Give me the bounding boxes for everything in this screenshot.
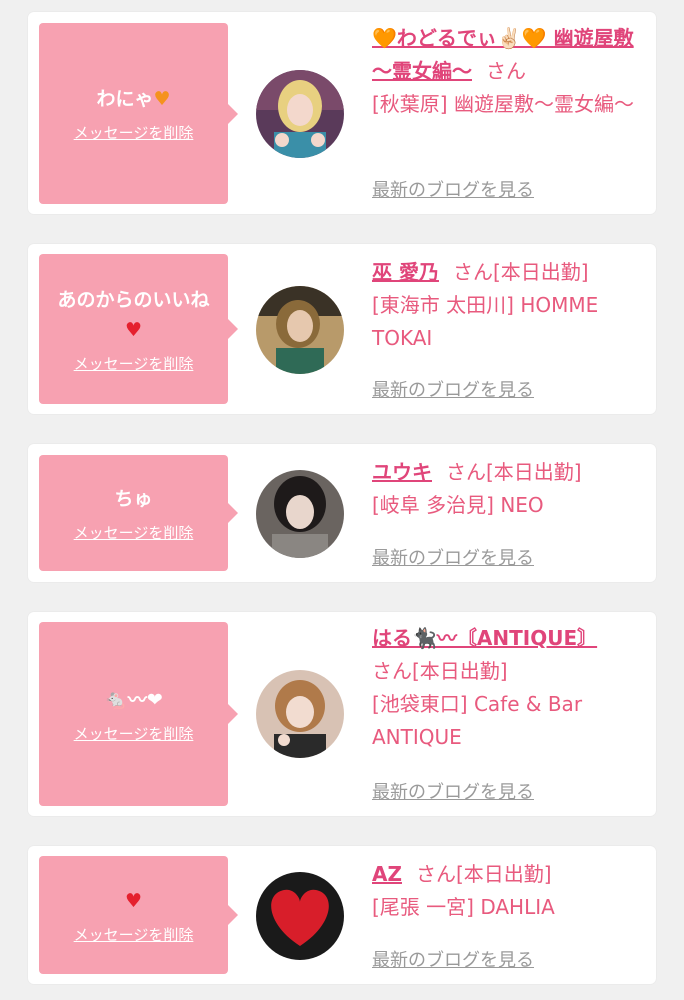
- list-item: 🐁〰❤ メッセージを削除 はる🐈‍⬛〰〘ANTIQUE〙 さん[本日出勤] [池袋…: [28, 612, 656, 816]
- message-text: 🐁〰❤: [96, 685, 171, 715]
- shop-info: [岐阜 多治見] NEO: [372, 493, 544, 517]
- list-item: わにゃ♥ メッセージを削除 🧡わどるでぃ✌🏻🧡 幽遊屋敷 〜霊女編〜 さん [秋葉…: [28, 12, 656, 214]
- delete-message-link[interactable]: メッセージを削除: [74, 122, 194, 143]
- message-bubble: ちゅ メッセージを削除: [39, 455, 238, 571]
- shop-info: [東海市 太田川] HOMME TOKAI: [372, 293, 599, 350]
- shop-info: [秋葉原] 幽遊屋敷〜霊女編〜: [372, 92, 634, 116]
- avatar[interactable]: [256, 286, 344, 374]
- status-badge: [本日出勤]: [455, 862, 552, 886]
- cast-name-link[interactable]: AZ: [372, 862, 402, 886]
- delete-message-link[interactable]: メッセージを削除: [74, 723, 194, 744]
- delete-message-link[interactable]: メッセージを削除: [74, 353, 194, 374]
- message-bubble: わにゃ♥ メッセージを削除: [39, 23, 238, 204]
- delete-message-link[interactable]: メッセージを削除: [74, 522, 194, 543]
- cast-info: はる🐈‍⬛〰〘ANTIQUE〙 さん[本日出勤] [池袋東口] Cafe & Ba…: [372, 622, 652, 754]
- status-badge: [本日出勤]: [486, 460, 582, 484]
- list-item: ♥ メッセージを削除 AZ さん[本日出勤] [尾張 一宮] DAHLIA 最新の…: [28, 846, 656, 984]
- avatar[interactable]: [256, 70, 344, 158]
- message-text: わにゃ♥: [88, 84, 178, 114]
- honorific: さん: [372, 659, 412, 683]
- delete-message-link[interactable]: メッセージを削除: [74, 924, 194, 945]
- message-bubble: 🐁〰❤ メッセージを削除: [39, 622, 238, 806]
- cast-info: ユウキ さん[本日出勤] [岐阜 多治見] NEO: [372, 456, 652, 522]
- latest-blog-link[interactable]: 最新のブログを見る: [372, 544, 534, 570]
- message-list: わにゃ♥ メッセージを削除 🧡わどるでぃ✌🏻🧡 幽遊屋敷 〜霊女編〜 さん [秋葉…: [0, 0, 684, 1000]
- message-bubble: ♥ メッセージを削除: [39, 856, 238, 974]
- red-heart-icon: ♥: [124, 889, 143, 912]
- shop-info: [池袋東口] Cafe & Bar ANTIQUE: [372, 692, 583, 749]
- honorific: さん: [452, 260, 493, 284]
- list-item: ちゅ メッセージを削除 ユウキ さん[本日出勤] [岐阜 多治見] NEO 最新の…: [28, 444, 656, 582]
- cast-name-link[interactable]: 巫 愛乃: [372, 260, 439, 284]
- latest-blog-link[interactable]: 最新のブログを見る: [372, 176, 534, 202]
- cast-name-link[interactable]: ユウキ: [372, 460, 432, 484]
- latest-blog-link[interactable]: 最新のブログを見る: [372, 778, 534, 804]
- honorific: さん: [486, 59, 526, 83]
- status-badge: [本日出勤]: [412, 659, 508, 683]
- message-text: ♥: [117, 886, 150, 916]
- message-label: 🐁〰❤: [104, 688, 163, 711]
- message-text: ちゅ: [106, 484, 160, 514]
- status-badge: [本日出勤]: [492, 260, 589, 284]
- latest-blog-link[interactable]: 最新のブログを見る: [372, 376, 534, 402]
- shop-info: [尾張 一宮] DAHLIA: [372, 895, 555, 919]
- cast-info: AZ さん[本日出勤] [尾張 一宮] DAHLIA: [372, 858, 652, 924]
- avatar[interactable]: [256, 872, 344, 960]
- message-label: わにゃ: [96, 88, 154, 110]
- honorific: さん: [415, 862, 456, 886]
- avatar[interactable]: [256, 470, 344, 558]
- red-heart-icon: ♥: [124, 318, 143, 341]
- honorific: さん: [446, 460, 486, 484]
- message-label: ちゅ: [114, 487, 153, 510]
- message-text: あのからのいいね ♥: [49, 285, 217, 345]
- cast-info: 巫 愛乃 さん[本日出勤] [東海市 太田川] HOMME TOKAI: [372, 256, 652, 355]
- cast-name-link[interactable]: はる🐈‍⬛〰〘ANTIQUE〙: [372, 626, 597, 650]
- avatar[interactable]: [256, 670, 344, 758]
- message-label: あのからのいいね: [57, 288, 210, 311]
- latest-blog-link[interactable]: 最新のブログを見る: [372, 946, 534, 972]
- orange-heart-icon: ♥: [153, 88, 171, 110]
- cast-info: 🧡わどるでぃ✌🏻🧡 幽遊屋敷 〜霊女編〜 さん [秋葉原] 幽遊屋敷〜霊女編〜: [372, 22, 652, 121]
- list-item: あのからのいいね ♥ メッセージを削除 巫 愛乃 さん[本日出勤] [東海市 太田川…: [28, 244, 656, 414]
- message-bubble: あのからのいいね ♥ メッセージを削除: [39, 254, 238, 404]
